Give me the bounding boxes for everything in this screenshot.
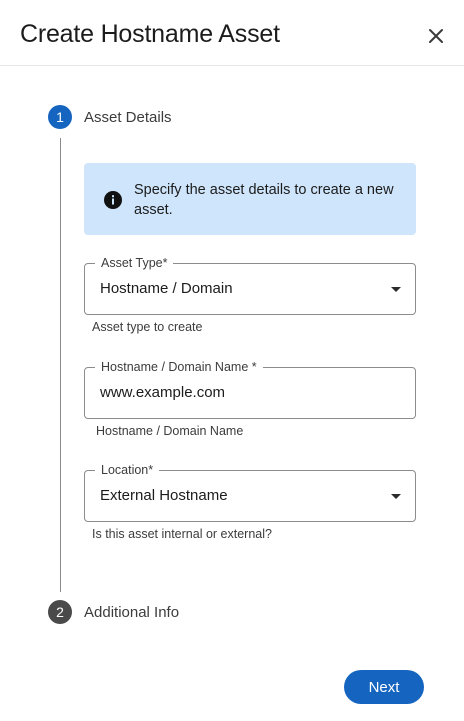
step-2-indicator[interactable]: 2 bbox=[48, 600, 72, 624]
asset-type-helper: Asset type to create bbox=[92, 320, 203, 334]
info-icon bbox=[104, 191, 122, 209]
next-button[interactable]: Next bbox=[344, 670, 424, 704]
hostname-helper: Hostname / Domain Name bbox=[96, 424, 244, 438]
asset-type-value: Hostname / Domain bbox=[100, 280, 233, 297]
stepper-connector bbox=[60, 138, 61, 592]
dropdown-arrow-icon bbox=[391, 287, 401, 292]
hostname-label: Hostname / Domain Name * bbox=[95, 359, 263, 375]
location-value: External Hostname bbox=[100, 487, 228, 504]
location-select[interactable]: Location* External Hostname bbox=[84, 462, 416, 522]
dialog-header: Create Hostname Asset bbox=[0, 0, 464, 66]
location-helper: Is this asset internal or external? bbox=[92, 527, 272, 541]
step-1-label: Asset Details bbox=[84, 109, 172, 126]
step-1-indicator: 1 bbox=[48, 105, 72, 129]
hostname-input[interactable]: Hostname / Domain Name * www.example.com bbox=[84, 359, 416, 419]
dropdown-arrow-icon bbox=[391, 494, 401, 499]
asset-type-label: Asset Type* bbox=[95, 255, 174, 271]
hostname-value: www.example.com bbox=[100, 384, 226, 401]
info-banner-text: Specify the asset details to create a ne… bbox=[134, 182, 394, 218]
asset-type-select[interactable]: Asset Type* Hostname / Domain bbox=[84, 255, 416, 315]
step-2-label[interactable]: Additional Info bbox=[84, 604, 179, 621]
location-label: Location* bbox=[95, 462, 160, 478]
info-banner: Specify the asset details to create a ne… bbox=[84, 163, 416, 235]
close-icon[interactable] bbox=[424, 24, 448, 48]
dialog-title: Create Hostname Asset bbox=[20, 20, 280, 48]
